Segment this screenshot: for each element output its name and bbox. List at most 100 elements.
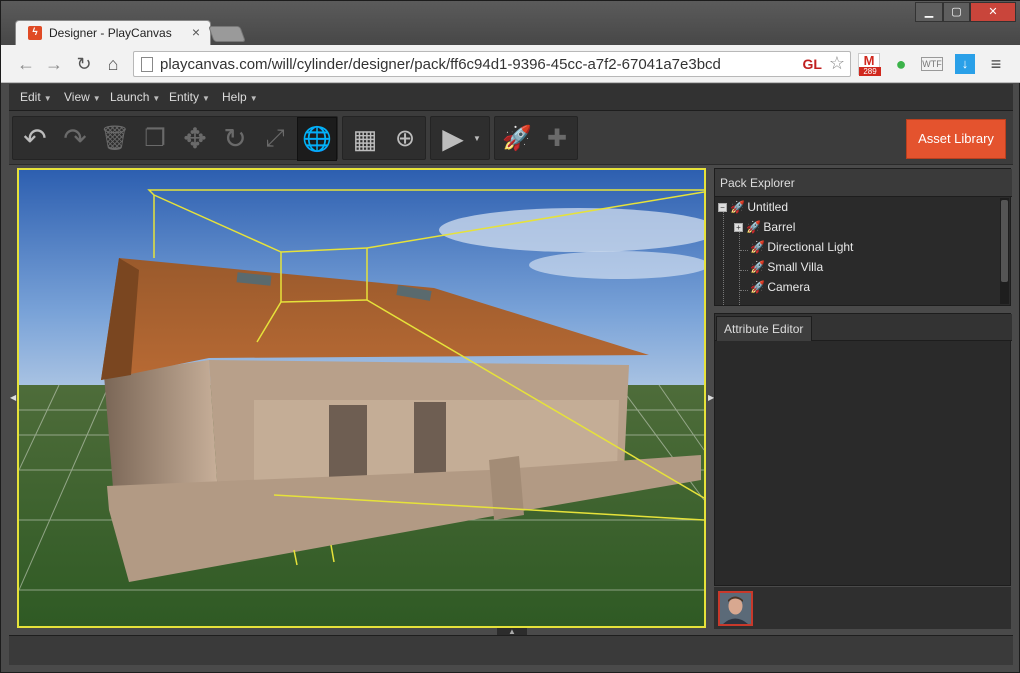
back-arrow-icon[interactable]: ← bbox=[15, 53, 37, 75]
launch-tools-group: ▶ ▼ bbox=[430, 116, 490, 160]
tree-node-label: Untitled bbox=[747, 200, 789, 214]
tree-node-directional-light[interactable]: 🚀 Directional Light bbox=[750, 240, 853, 260]
menu-entity-label: Entity bbox=[169, 90, 200, 104]
url-text[interactable]: playcanvas.com/will/cylinder/designer/pa… bbox=[160, 56, 721, 73]
menu-view[interactable]: View ▼ bbox=[64, 90, 101, 104]
tree-scrollbar[interactable] bbox=[1000, 198, 1009, 304]
menu-edit-label: Edit bbox=[20, 90, 41, 104]
wtf-extension-icon[interactable]: WTF bbox=[921, 57, 943, 71]
bookmark-star-icon[interactable]: ☆ bbox=[829, 53, 845, 74]
entity-rocket-icon: 🚀 bbox=[750, 240, 765, 254]
tree-node-label: Barrel bbox=[763, 220, 796, 234]
caret-down-icon: ▼ bbox=[43, 94, 52, 103]
menu-help[interactable]: Help ▼ bbox=[222, 90, 258, 104]
evernote-extension-icon[interactable]: ● bbox=[891, 54, 911, 74]
gmail-extension-icon[interactable]: M 289 bbox=[858, 53, 881, 76]
grid-view-icon[interactable]: ▦ bbox=[345, 117, 385, 161]
maximize-button[interactable]: ▢ bbox=[943, 2, 970, 22]
3d-viewport[interactable] bbox=[17, 168, 706, 628]
tree-guide bbox=[739, 231, 740, 305]
menu-launch-label: Launch bbox=[110, 90, 150, 104]
collapse-icon[interactable]: − bbox=[718, 203, 727, 213]
browser-window: ϟ Designer - PlayCanvas × ▁ ▢ ✕ ← → ↻ ⌂ … bbox=[0, 0, 1020, 673]
avatar[interactable] bbox=[718, 591, 753, 626]
user-face-icon bbox=[720, 593, 751, 624]
redo-icon[interactable]: ↷ bbox=[55, 117, 95, 161]
edit-tools-group: ↶ ↷ 🗑 ❐ ✥ ↻ ⤢ 🌐 bbox=[12, 116, 338, 161]
publish-tools-group: 🚀 ✚ bbox=[494, 116, 578, 160]
tree-node-small-villa[interactable]: 🚀 Small Villa bbox=[750, 260, 823, 280]
tree-node-untitled[interactable]: − 🚀 Untitled bbox=[718, 200, 788, 220]
caret-down-icon: ▼ bbox=[202, 94, 210, 103]
reload-icon[interactable]: ↻ bbox=[73, 53, 95, 75]
world-space-icon[interactable]: 🌐 bbox=[297, 117, 337, 161]
caret-down-icon: ▼ bbox=[249, 94, 258, 103]
close-window-button[interactable]: ✕ bbox=[970, 2, 1016, 22]
tab-attribute-editor[interactable]: Attribute Editor bbox=[716, 316, 812, 341]
tab-close-icon[interactable]: × bbox=[192, 24, 200, 40]
tree-node-label: Camera bbox=[767, 280, 811, 294]
browser-tab[interactable]: ϟ Designer - PlayCanvas × bbox=[15, 20, 211, 45]
entity-tree: − 🚀 Untitled + 🚀 Barrel 🚀 Directional Ligh… bbox=[715, 197, 1000, 305]
menu-help-label: Help bbox=[222, 90, 247, 104]
tab-strip: ϟ Designer - PlayCanvas × ▁ ▢ ✕ bbox=[1, 1, 1020, 45]
menu-view-label: View bbox=[64, 90, 90, 104]
tree-node-label: Small Villa bbox=[767, 260, 824, 274]
caret-down-icon: ▼ bbox=[92, 94, 101, 103]
collaborators-bar bbox=[714, 587, 1011, 629]
status-bar bbox=[9, 635, 1013, 665]
download-extension-icon[interactable]: ↓ bbox=[955, 54, 975, 74]
duplicate-icon[interactable]: ❐ bbox=[135, 117, 175, 161]
home-icon[interactable]: ⌂ bbox=[102, 53, 124, 75]
delete-icon[interactable]: 🗑 bbox=[95, 117, 135, 161]
menu-edit[interactable]: Edit ▼ bbox=[20, 90, 52, 104]
forward-arrow-icon[interactable]: → bbox=[43, 53, 65, 75]
tree-node-label: Directional Light bbox=[767, 240, 854, 254]
new-tab-button[interactable] bbox=[208, 26, 246, 42]
entity-rocket-icon: 🚀 bbox=[746, 220, 761, 234]
rocket-icon[interactable]: 🚀 bbox=[497, 117, 537, 161]
pack-explorer-header: Pack Explorer bbox=[715, 169, 1012, 197]
tree-guide bbox=[740, 250, 748, 251]
bottom-panel-toggle-icon[interactable]: ▲ bbox=[497, 628, 527, 636]
gl-badge[interactable]: GL bbox=[803, 56, 822, 72]
rotate-icon[interactable]: ↻ bbox=[215, 117, 255, 161]
undo-icon[interactable]: ↶ bbox=[15, 117, 55, 161]
zoom-icon[interactable]: ⊕ bbox=[385, 117, 425, 161]
tree-node-barrel[interactable]: + 🚀 Barrel bbox=[734, 220, 795, 240]
pack-explorer-title: Pack Explorer bbox=[720, 176, 795, 190]
mail-count-badge: 289 bbox=[859, 67, 881, 76]
app-menu-bar: Edit ▼ View ▼ Launch ▼ Entity ▼ Help ▼ bbox=[9, 84, 1013, 111]
page-icon bbox=[141, 57, 153, 72]
tree-node-camera[interactable]: 🚀 Camera bbox=[750, 280, 810, 300]
address-bar[interactable]: playcanvas.com/will/cylinder/designer/pa… bbox=[133, 51, 851, 77]
tab-title: Designer - PlayCanvas bbox=[49, 26, 172, 40]
play-dropdown-icon[interactable]: ▼ bbox=[467, 117, 487, 161]
playcanvas-favicon-icon: ϟ bbox=[28, 26, 42, 40]
toolbar: ↶ ↷ 🗑 ❐ ✥ ↻ ⤢ 🌐 ▦ ⊕ ▶ ▼ 🚀 ✚ Asset Librar… bbox=[9, 111, 1013, 165]
expand-icon[interactable]: + bbox=[734, 223, 743, 233]
scene-render bbox=[19, 170, 704, 626]
translate-icon[interactable]: ✥ bbox=[175, 117, 215, 161]
attribute-editor-tabs: Attribute Editor bbox=[715, 314, 1012, 341]
view-tools-group: ▦ ⊕ bbox=[342, 116, 426, 160]
scrollbar-thumb[interactable] bbox=[1001, 200, 1008, 282]
puzzle-icon[interactable]: ✚ bbox=[537, 117, 577, 161]
asset-library-button[interactable]: Asset Library bbox=[906, 119, 1006, 159]
menu-launch[interactable]: Launch ▼ bbox=[110, 90, 160, 104]
attribute-editor-panel: Attribute Editor bbox=[714, 313, 1012, 586]
menu-entity[interactable]: Entity ▼ bbox=[169, 90, 210, 104]
entity-rocket-icon: 🚀 bbox=[730, 200, 745, 214]
scale-icon[interactable]: ⤢ bbox=[255, 117, 295, 161]
hamburger-menu-icon[interactable]: ≡ bbox=[986, 54, 1006, 74]
pack-explorer-panel: Pack Explorer − 🚀 Untitled + 🚀 Barrel 🚀 Di… bbox=[714, 168, 1012, 306]
tree-guide bbox=[740, 290, 748, 291]
minimize-button[interactable]: ▁ bbox=[915, 2, 943, 22]
caret-down-icon: ▼ bbox=[152, 94, 161, 103]
entity-rocket-icon: 🚀 bbox=[750, 280, 765, 294]
tree-guide bbox=[723, 211, 724, 305]
entity-rocket-icon: 🚀 bbox=[750, 260, 765, 274]
navigation-bar: ← → ↻ ⌂ playcanvas.com/will/cylinder/des… bbox=[1, 45, 1020, 83]
tree-guide bbox=[740, 270, 748, 271]
left-panel-toggle-icon[interactable]: ◀ bbox=[10, 393, 16, 402]
